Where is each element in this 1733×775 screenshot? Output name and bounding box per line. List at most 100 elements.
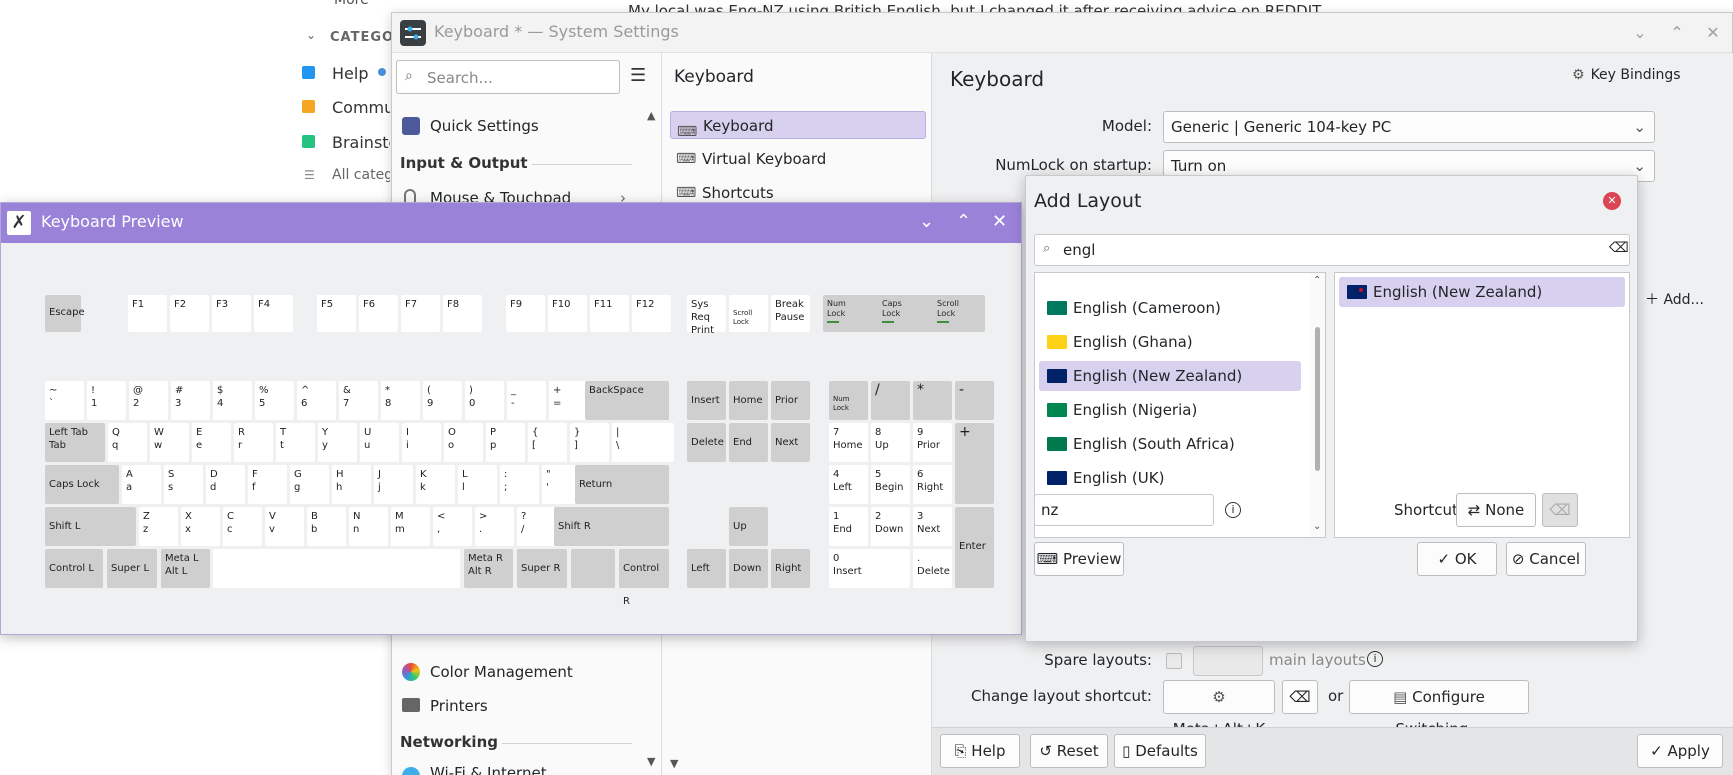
key-s: Ss xyxy=(164,465,203,504)
preview-button[interactable]: ⌨ Preview xyxy=(1034,542,1124,576)
layout-label-input[interactable]: nz xyxy=(1034,494,1214,526)
variant-label: English (New Zealand) xyxy=(1373,283,1543,301)
spare-layouts-checkbox[interactable] xyxy=(1166,653,1182,669)
layout-shortcut-button[interactable]: ⚙ Meta+Alt+K xyxy=(1163,680,1275,738)
key-k: Kk xyxy=(416,465,455,504)
help-button[interactable]: ⎘ Help xyxy=(940,734,1020,768)
scroll-up-icon[interactable]: ▲ xyxy=(647,109,655,122)
key-f5: F5 xyxy=(317,295,356,332)
model-label: Model: xyxy=(1101,117,1152,135)
clear-search-icon[interactable]: ⌫ xyxy=(1609,240,1629,256)
key-kp-4: 4 Left xyxy=(829,465,868,504)
ok-button[interactable]: ✓ OK xyxy=(1417,542,1497,576)
cancel-button[interactable]: ⊘ Cancel xyxy=(1506,542,1586,576)
layout-list-scrollbar[interactable]: ⌃ ⌄ xyxy=(1310,273,1325,537)
key-f10: F10 xyxy=(548,295,587,332)
layout-label: English (New Zealand) xyxy=(1073,367,1243,385)
sidebar-item-quick-settings[interactable]: Quick Settings xyxy=(400,109,640,143)
category-brainstorm[interactable]: Brainstorm xyxy=(332,133,390,152)
background-more-link[interactable]: More xyxy=(334,0,369,8)
layout-item-za[interactable]: English (South Africa) xyxy=(1039,429,1301,459)
key-t: Tt xyxy=(276,423,315,462)
key-end: End xyxy=(729,423,768,462)
apply-button[interactable]: ✓ Apply xyxy=(1637,734,1723,768)
model-combobox[interactable]: Generic | Generic 104-key PC ⌄ xyxy=(1163,111,1655,143)
keyboard-icon: ⌨ xyxy=(677,124,698,140)
reset-button[interactable]: ↺ Reset xyxy=(1030,734,1108,768)
scroll-down-icon[interactable]: ⌄ xyxy=(1313,521,1321,532)
layout-item-nz[interactable]: English (New Zealand) xyxy=(1039,361,1301,391)
close-button[interactable]: ✕ xyxy=(1700,20,1726,46)
key-f2: F2 xyxy=(170,295,209,332)
hamburger-menu-icon[interactable]: ☰ xyxy=(630,65,646,86)
main-layouts-spinbox[interactable] xyxy=(1193,646,1263,676)
scroll-up-icon[interactable]: ⌃ xyxy=(1313,275,1321,286)
key-control-right: Control R xyxy=(619,549,669,607)
layout-item-gh[interactable]: English (Ghana) xyxy=(1039,327,1301,357)
search-field[interactable]: ⌕ Search... xyxy=(396,60,620,94)
configure-icon: ▤ xyxy=(1393,688,1408,706)
layout-item-ca[interactable]: French (Canada) xyxy=(1039,531,1301,537)
key-kp-2: 2 Down xyxy=(871,507,910,546)
add-layout-button[interactable]: ＋ Add... xyxy=(1645,289,1704,309)
category-community[interactable]: Community xyxy=(332,98,390,117)
layout-item-gb[interactable]: English (UK) xyxy=(1039,463,1301,493)
key-f9: F9 xyxy=(506,295,545,332)
clear-shortcut-button[interactable]: ⌫ xyxy=(1542,493,1578,527)
configure-switching-button[interactable]: ▤ Configure Switching... xyxy=(1349,680,1529,738)
subpanel-item-keyboard[interactable]: ⌨ Keyboard xyxy=(670,111,926,140)
variant-item-new-zealand[interactable]: English (New Zealand) xyxy=(1339,277,1625,307)
close-icon[interactable]: ✕ xyxy=(1603,192,1621,210)
scroll-down-icon[interactable]: ▼ xyxy=(670,757,678,770)
key-bindings-label: Key Bindings xyxy=(1590,67,1681,83)
quick-settings-icon xyxy=(402,117,420,135)
key-escape: Escape xyxy=(45,295,85,332)
key-sysrq: Sys Req Print xyxy=(687,295,726,336)
key-break: Break Pause xyxy=(771,295,810,332)
key-`: ~ ` xyxy=(45,381,84,420)
key-f4: F4 xyxy=(254,295,293,332)
key-up: Up xyxy=(729,507,768,546)
layout-search-input[interactable]: ⌕ engl ⌫ xyxy=(1034,234,1630,266)
scroll-down-icon[interactable]: ▼ xyxy=(647,755,655,768)
info-icon[interactable]: i xyxy=(1225,502,1241,518)
sidebar-item-color-management[interactable]: Color Management xyxy=(400,655,640,689)
category-help[interactable]: Help xyxy=(332,64,368,83)
ng-flag-icon xyxy=(1047,403,1067,417)
minimize-button[interactable]: ⌄ xyxy=(1627,20,1653,46)
key-w: Ww xyxy=(150,423,189,462)
key-i: Ii xyxy=(402,423,441,462)
clear-shortcut-button[interactable]: ⌫ xyxy=(1282,680,1318,714)
defaults-button[interactable]: ▯ Defaults xyxy=(1114,734,1206,768)
search-placeholder: Search... xyxy=(427,69,493,87)
key-8: * 8 xyxy=(381,381,420,420)
key-bindings-button[interactable]: ⚙ Key Bindings xyxy=(1572,67,1681,83)
info-icon[interactable]: i xyxy=(1367,651,1383,667)
shortcut-button[interactable]: ⇄ None xyxy=(1456,493,1536,527)
backspace-icon: ⌫ xyxy=(1549,501,1571,519)
sidebar-item-wifi-internet[interactable]: Wi-Fi & Internet xyxy=(400,759,640,775)
chevron-down-icon[interactable]: ⌄ xyxy=(306,28,316,42)
layout-item-cm[interactable]: English (Cameroon) xyxy=(1039,293,1301,323)
wifi-icon xyxy=(402,767,420,775)
key-space xyxy=(213,549,460,588)
checkmark-icon: ✓ xyxy=(1437,550,1451,568)
key-]: }] xyxy=(570,423,609,462)
key-/: ? / xyxy=(517,507,556,546)
led-scroll-lock: Scroll Lock xyxy=(937,299,959,323)
subpanel-item-virtual-keyboard[interactable]: ⌨ Virtual Keyboard xyxy=(670,145,926,173)
key-kp-multiply: * xyxy=(913,381,952,420)
keyboard-icon: ⌨ xyxy=(676,151,697,167)
all-categories-link[interactable]: All categories xyxy=(332,167,390,183)
scroll-thumb[interactable] xyxy=(1315,327,1320,471)
chevron-down-icon: ⌄ xyxy=(1633,118,1646,136)
layout-item-ng[interactable]: English (Nigeria) xyxy=(1039,395,1301,425)
sidebar-item-printers[interactable]: Printers xyxy=(400,689,640,723)
shortcut-label: Shortcut: xyxy=(1394,501,1463,519)
subpanel-item-label: Keyboard xyxy=(703,117,774,135)
key-kp-3: 3 Next xyxy=(913,507,952,546)
page-title: Keyboard xyxy=(950,67,1045,91)
key-left: Left xyxy=(687,549,726,588)
sidebar-item-label: Color Management xyxy=(430,663,573,681)
maximize-button[interactable]: ⌃ xyxy=(1664,20,1690,46)
